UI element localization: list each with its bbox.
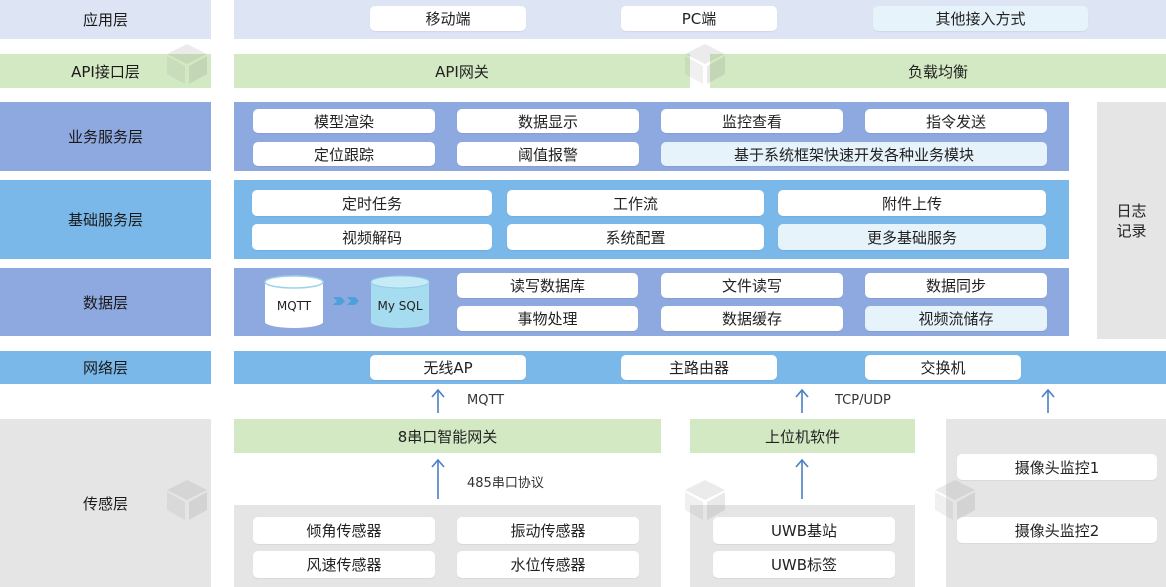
data-item-cache: 数据缓存 (661, 306, 843, 331)
arrow-label-mqtt: MQTT (467, 393, 505, 408)
app-item-other: 其他接入方式 (873, 6, 1088, 31)
load-balance-band: 负载均衡 (710, 54, 1166, 88)
camera-panel (946, 419, 1166, 587)
up-arrow-icon (795, 388, 809, 413)
camera-1: 摄像头监控1 (957, 454, 1157, 480)
base-item-config: 系统配置 (507, 224, 764, 250)
sensor-wind: 风速传感器 (253, 551, 435, 578)
double-arrow-icon (333, 297, 359, 305)
app-item-mobile: 移动端 (370, 6, 526, 31)
up-arrow-icon (1041, 388, 1055, 413)
watermark-cube-icon (685, 480, 725, 520)
base-item-decode: 视频解码 (252, 224, 492, 250)
net-item-ap: 无线AP (370, 355, 526, 380)
base-item-workflow: 工作流 (507, 190, 764, 216)
up-arrow-icon (431, 388, 445, 413)
arrow-label-tcp: TCP/UDP (835, 393, 891, 408)
layer-label-biz: 业务服务层 (0, 102, 211, 171)
host-software-box: 上位机软件 (690, 419, 915, 453)
db-label-mqtt: MQTT (276, 299, 312, 313)
biz-item-render: 模型渲染 (253, 109, 435, 133)
uwb-base-station: UWB基站 (713, 517, 895, 544)
uwb-tag: UWB标签 (713, 551, 895, 578)
up-arrow-icon (795, 458, 809, 499)
layer-label-base: 基础服务层 (0, 180, 211, 259)
biz-item-command: 指令发送 (865, 109, 1047, 133)
data-item-rw-db: 读写数据库 (457, 273, 638, 298)
camera-2: 摄像头监控2 (957, 517, 1157, 543)
layer-label-net: 网络层 (0, 351, 211, 384)
watermark-cube-icon (685, 44, 725, 84)
biz-item-monitor: 监控查看 (661, 109, 843, 133)
watermark-cube-icon (167, 44, 207, 84)
app-item-pc: PC端 (621, 6, 777, 31)
db-label-mysql: My SQL (377, 299, 423, 313)
watermark-cube-icon (935, 480, 975, 520)
base-item-timer: 定时任务 (252, 190, 492, 216)
biz-item-alarm: 阈值报警 (457, 142, 639, 166)
gateway-box: 8串口智能网关 (234, 419, 661, 453)
log-record-box: 日志 记录 (1097, 102, 1166, 339)
data-item-video-store: 视频流储存 (865, 306, 1047, 331)
net-item-router: 主路由器 (621, 355, 777, 380)
layer-label-data: 数据层 (0, 268, 211, 336)
net-item-switch: 交换机 (865, 355, 1021, 380)
sensor-tilt: 倾角传感器 (253, 517, 435, 544)
biz-item-custom: 基于系统框架快速开发各种业务模块 (661, 142, 1047, 166)
sensor-water: 水位传感器 (457, 551, 639, 578)
biz-item-display: 数据显示 (457, 109, 639, 133)
up-arrow-icon (431, 458, 445, 499)
log-record-label: 日志 记录 (1116, 201, 1147, 240)
base-item-upload: 附件上传 (778, 190, 1046, 216)
layer-label-app: 应用层 (0, 0, 211, 39)
watermark-cube-icon (167, 480, 207, 520)
api-gateway-band: API网关 (234, 54, 690, 88)
arrow-label-485: 485串口协议 (467, 476, 544, 491)
data-item-sync: 数据同步 (865, 273, 1047, 298)
base-item-more: 更多基础服务 (778, 224, 1046, 250)
data-item-file-rw: 文件读写 (661, 273, 843, 298)
data-item-transaction: 事物处理 (457, 306, 638, 331)
sensor-vibration: 振动传感器 (457, 517, 639, 544)
biz-item-locate: 定位跟踪 (253, 142, 435, 166)
